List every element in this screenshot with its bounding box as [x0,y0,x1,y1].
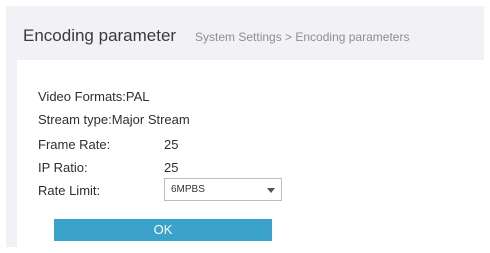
page-title: Encoding parameter [23,26,177,45]
ip-ratio-label: IP Ratio: [38,160,88,175]
rate-limit-selected-value: 6MPBS [171,184,205,195]
breadcrumb: System Settings > Encoding parameters [195,30,410,44]
frame-rate-value: 25 [164,137,179,152]
stream-type-text: Stream type:Major Stream [38,112,190,127]
page-header: Encoding parameter System Settings > Enc… [6,6,484,60]
video-formats-text: Video Formats:PAL [38,89,150,104]
ok-button[interactable]: OK [54,219,272,241]
ip-ratio-value: 25 [164,160,179,175]
rate-limit-label: Rate Limit: [38,183,101,198]
frame-rate-label: Frame Rate: [38,137,111,152]
chevron-down-icon[interactable] [267,188,275,193]
rate-limit-select[interactable]: 6MPBS [164,178,282,201]
